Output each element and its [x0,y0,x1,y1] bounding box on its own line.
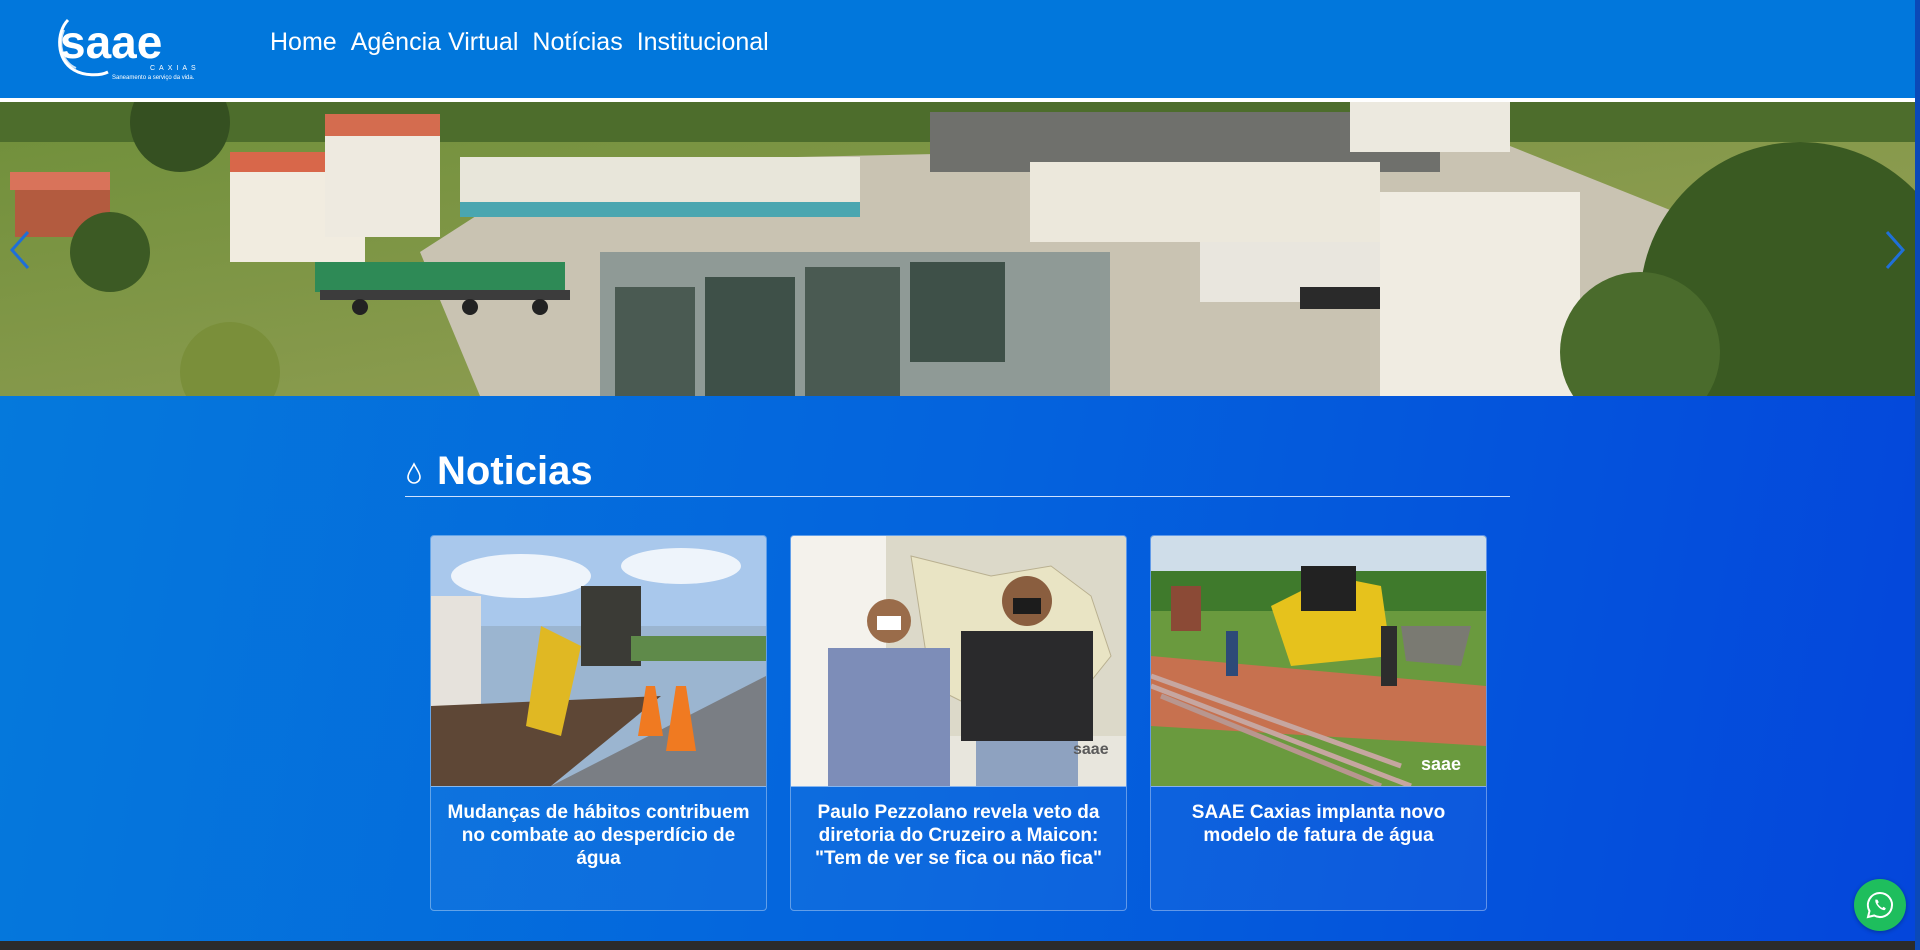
news-card-image [431,536,766,787]
news-section-title: Noticias [437,449,593,493]
logo-subtitle: CAXIAS [150,65,200,72]
saae-watermark: saae [1421,754,1462,774]
nav-institucional[interactable]: Institucional [637,25,769,59]
whatsapp-icon [1866,891,1894,919]
chevron-right-icon [1885,231,1906,269]
page-scrollbar[interactable] [1915,0,1920,950]
logo-wordmark: saae [60,16,162,68]
news-card-title: Paulo Pezzolano revela veto da diretoria… [815,802,1102,869]
chevron-left-icon [9,231,30,269]
nav-home[interactable]: Home [270,25,337,59]
hero-carousel [0,102,1915,396]
water-drop-icon [407,462,421,484]
news-card-title: Mudanças de hábitos contribuem no combat… [447,802,750,869]
news-card[interactable]: saae Paulo Pezzolano revela veto da dire… [790,535,1127,911]
carousel-next-button[interactable] [1875,220,1915,280]
whatsapp-button[interactable] [1854,879,1906,931]
news-card[interactable]: Mudanças de hábitos contribuem no combat… [430,535,767,911]
news-card-image [1151,536,1486,787]
nav-noticias[interactable]: Notícias [532,25,622,59]
main-nav: Home Agência Virtual Notícias Institucio… [270,25,783,59]
site-header: saae CAXIAS Saneamento a serviço da vida… [0,0,1915,102]
hero-image [0,102,1915,396]
carousel-prev-button[interactable] [0,220,40,280]
saae-watermark: saae [1073,741,1109,758]
news-card-title: SAAE Caxias implanta novo modelo de fatu… [1191,802,1446,846]
logo-tagline: Saneamento a serviço da vida. [112,75,195,81]
nav-agencia-virtual[interactable]: Agência Virtual [351,25,519,59]
news-card[interactable]: saae SAAE Caxias implanta novo modelo de… [1150,535,1487,911]
footer-strip [0,941,1920,950]
news-section-header: Noticias [405,448,1510,497]
saae-logo[interactable]: saae CAXIAS Saneamento a serviço da vida… [50,10,225,82]
